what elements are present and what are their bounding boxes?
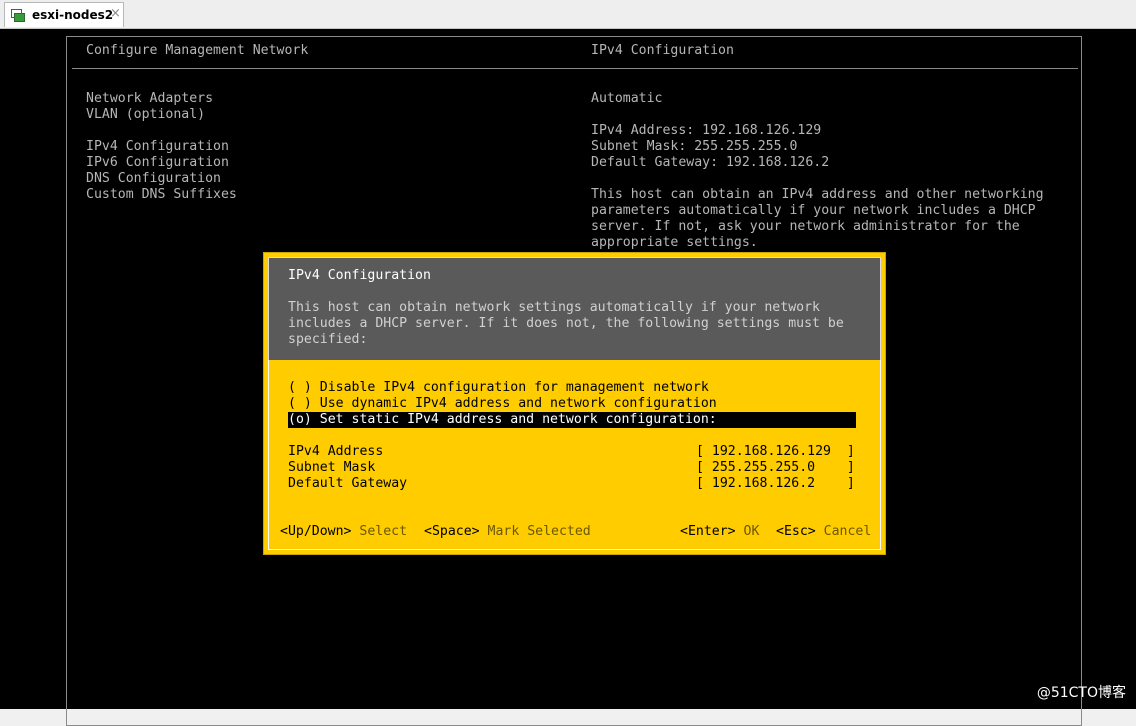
ipv4-description-line: This host can obtain an IPv4 address and…: [591, 187, 1044, 202]
option-dynamic-ipv4[interactable]: ( ) Use dynamic IPv4 address and network…: [288, 396, 717, 412]
console-screen[interactable]: Configure Management Network IPv4 Config…: [0, 29, 1136, 726]
option-disable-ipv4[interactable]: ( ) Disable IPv4 configuration for manag…: [288, 380, 709, 396]
esc-key: <Esc>: [776, 524, 816, 539]
ok-label: OK: [743, 524, 760, 539]
menu-ipv6-configuration[interactable]: IPv6 Configuration: [86, 155, 229, 171]
dialog-description-line: specified:: [288, 332, 368, 347]
ipv4-description-line: server. If not, ask your network adminis…: [591, 219, 1020, 234]
dialog-description-line: includes a DHCP server. If it does not, …: [288, 316, 844, 331]
default-gateway-info: Default Gateway: 192.168.126.2: [591, 155, 830, 170]
menu-network-adapters[interactable]: Network Adapters: [86, 91, 213, 107]
menu-ipv4-configuration[interactable]: IPv4 Configuration: [86, 139, 229, 155]
ok-button[interactable]: <Enter> OK: [680, 524, 759, 540]
default-gateway-field[interactable]: [ 192.168.126.2 ]: [696, 476, 855, 492]
ipv4-address-info: IPv4 Address: 192.168.126.129: [591, 123, 822, 138]
tab-title: esxi-nodes2: [32, 8, 114, 22]
menu-custom-dns-suffixes[interactable]: Custom DNS Suffixes: [86, 187, 237, 203]
ipv4-configuration-dialog: IPv4 Configuration This host can obtain …: [263, 252, 886, 555]
menu-dns-configuration[interactable]: DNS Configuration: [86, 171, 221, 187]
updown-key: <Up/Down>: [280, 524, 352, 539]
vm-tab[interactable]: esxi-nodes2 ×: [4, 2, 124, 27]
footer-select-hint: <Up/Down> Select: [280, 524, 407, 540]
dialog-title: IPv4 Configuration: [288, 268, 431, 283]
menu-vlan[interactable]: VLAN (optional): [86, 107, 205, 123]
subnet-mask-info: Subnet Mask: 255.255.255.0: [591, 139, 798, 154]
vm-icon: [11, 9, 25, 22]
ipv4-description-line: appropriate settings.: [591, 235, 758, 250]
ipv4-mode: Automatic: [591, 91, 663, 106]
right-header: IPv4 Configuration: [591, 43, 734, 58]
subnet-mask-label: Subnet Mask: [288, 460, 376, 475]
ipv4-description-line: parameters automatically if your network…: [591, 203, 1036, 218]
default-gateway-label: Default Gateway: [288, 476, 408, 491]
dialog-description-line: This host can obtain network settings au…: [288, 300, 820, 315]
space-key: <Space>: [424, 524, 480, 539]
ipv4-address-field[interactable]: [ 192.168.126.129 ]: [696, 444, 855, 460]
close-icon[interactable]: ×: [110, 6, 121, 22]
cancel-label: Cancel: [823, 524, 872, 539]
mark-selected-label: Mark Selected: [487, 524, 591, 539]
header-divider: [72, 68, 1078, 69]
tab-bar: esxi-nodes2 ×: [0, 0, 1136, 29]
footer-mark-hint: <Space> Mark Selected: [424, 524, 591, 540]
watermark: @51CTO博客: [1036, 685, 1126, 701]
select-label: Select: [359, 524, 408, 539]
cancel-button[interactable]: <Esc> Cancel: [776, 524, 871, 540]
ipv4-address-label: IPv4 Address: [288, 444, 384, 459]
left-header: Configure Management Network: [86, 43, 309, 58]
subnet-mask-field[interactable]: [ 255.255.255.0 ]: [696, 460, 855, 476]
option-static-ipv4[interactable]: (o) Set static IPv4 address and network …: [288, 412, 856, 428]
enter-key: <Enter>: [680, 524, 736, 539]
